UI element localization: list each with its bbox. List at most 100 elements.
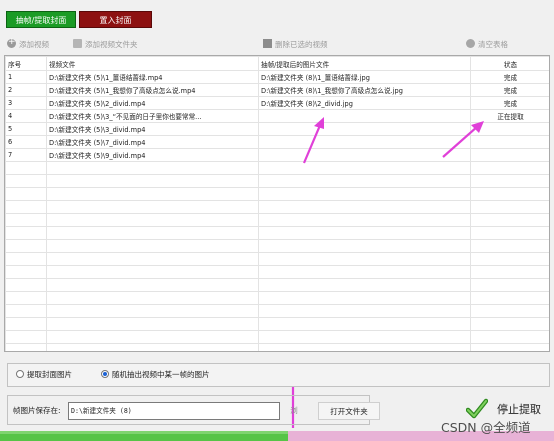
- empty-row: [5, 161, 549, 175]
- cell-index: 3: [5, 96, 47, 110]
- empty-cell: [5, 265, 47, 279]
- empty-cell: [46, 226, 259, 240]
- empty-cell: [470, 200, 549, 214]
- cell-status: [470, 135, 549, 149]
- empty-cell: [470, 317, 549, 331]
- empty-row: [5, 317, 549, 331]
- empty-row: [5, 304, 549, 318]
- cell-image-file: D:\新建文件夹 (8)\1_我想你了高级点怎么说.jpg: [258, 83, 471, 97]
- empty-cell: [46, 174, 259, 188]
- cell-video-file: D:\新建文件夹 (5)\1_我想你了高级点怎么说.mp4: [46, 83, 259, 97]
- video-table[interactable]: 序号 视频文件 抽帧/提取后的图片文件 状态 1 D:\新建文件夹 (5)\1_薑…: [4, 55, 550, 352]
- empty-cell: [46, 317, 259, 331]
- open-folder-button[interactable]: 打开文件夹: [318, 402, 380, 420]
- empty-row: [5, 278, 549, 292]
- empty-cell: [46, 304, 259, 318]
- empty-cell: [470, 187, 549, 201]
- empty-cell: [5, 161, 47, 175]
- cell-video-file: D:\新建文件夹 (5)\3_divid.mp4: [46, 122, 259, 136]
- table-row[interactable]: 6 D:\新建文件夹 (5)\7_divid.mp4: [5, 135, 549, 149]
- cell-status: [470, 148, 549, 162]
- remove-selected-button[interactable]: 删除已选的视频: [263, 38, 328, 52]
- empty-row: [5, 343, 549, 351]
- empty-cell: [46, 252, 259, 266]
- empty-cell: [5, 226, 47, 240]
- empty-cell: [470, 252, 549, 266]
- cover-option[interactable]: 提取封面图片: [16, 368, 72, 382]
- empty-row: [5, 252, 549, 266]
- tab-insert-cover[interactable]: 置入封面: [79, 11, 152, 28]
- table-row[interactable]: 2 D:\新建文件夹 (5)\1_我想你了高级点怎么说.mp4 D:\新建文件夹 (…: [5, 83, 549, 97]
- empty-cell: [470, 278, 549, 292]
- empty-row: [5, 226, 549, 240]
- empty-cell: [470, 343, 549, 351]
- add-folder-button[interactable]: 添加视频文件夹: [73, 38, 138, 52]
- cell-video-file: D:\新建文件夹 (5)\3_“不见面的日子里你也要常常...: [46, 109, 259, 123]
- empty-cell: [258, 161, 471, 175]
- empty-cell: [5, 187, 47, 201]
- save-path-input[interactable]: D:\新建文件夹 (8): [68, 402, 280, 420]
- table-row[interactable]: 1 D:\新建文件夹 (5)\1_薑语结蔷绿.mp4 D:\新建文件夹 (8)\1_…: [5, 70, 549, 84]
- empty-cell: [470, 174, 549, 188]
- add-folder-label: 添加视频文件夹: [85, 40, 138, 49]
- empty-cell: [470, 226, 549, 240]
- clear-table-label: 清空表格: [478, 40, 508, 49]
- empty-row: [5, 239, 549, 253]
- cell-index: 6: [5, 135, 47, 149]
- add-video-button[interactable]: 添加视频: [7, 35, 49, 52]
- empty-cell: [470, 265, 549, 279]
- empty-cell: [5, 174, 47, 188]
- empty-cell: [470, 291, 549, 305]
- empty-cell: [46, 265, 259, 279]
- cell-status: 完成: [470, 96, 549, 110]
- empty-row: [5, 330, 549, 344]
- empty-cell: [46, 330, 259, 344]
- cell-index: 7: [5, 148, 47, 162]
- empty-cell: [46, 291, 259, 305]
- cell-index: 4: [5, 109, 47, 123]
- empty-row: [5, 291, 549, 305]
- table-row[interactable]: 5 D:\新建文件夹 (5)\3_divid.mp4: [5, 122, 549, 136]
- empty-row: [5, 187, 549, 201]
- empty-row: [5, 200, 549, 214]
- folder-icon: [73, 39, 82, 48]
- radio-icon[interactable]: [101, 370, 109, 378]
- empty-cell: [258, 330, 471, 344]
- empty-cell: [46, 239, 259, 253]
- cell-image-file: [258, 122, 471, 136]
- table-row[interactable]: 7 D:\新建文件夹 (5)\9_divid.mp4: [5, 148, 549, 162]
- empty-cell: [470, 213, 549, 227]
- empty-cell: [258, 200, 471, 214]
- column-header-status[interactable]: 状态: [470, 56, 549, 71]
- empty-cell: [258, 226, 471, 240]
- empty-cell: [46, 213, 259, 227]
- empty-cell: [5, 252, 47, 266]
- cell-status: 完成: [470, 70, 549, 84]
- random-frame-option[interactable]: 随机抽出视频中某一帧的图片: [101, 368, 210, 382]
- column-header-image[interactable]: 抽帧/提取后的图片文件: [258, 56, 471, 71]
- empty-cell: [470, 161, 549, 175]
- save-path-label: 帧图片保存在:: [13, 406, 61, 415]
- browse-button[interactable]: 浏: [282, 402, 306, 420]
- empty-cell: [258, 265, 471, 279]
- clear-table-button[interactable]: 清空表格: [466, 38, 508, 52]
- cover-option-label: 提取封面图片: [27, 370, 72, 379]
- progress-bar: [0, 431, 289, 441]
- column-header-video[interactable]: 视频文件: [46, 56, 259, 71]
- radio-icon[interactable]: [16, 370, 24, 378]
- cell-index: 2: [5, 83, 47, 97]
- cell-status: 正在提取: [470, 109, 549, 123]
- table-row[interactable]: 4 D:\新建文件夹 (5)\3_“不见面的日子里你也要常常... 正在提取: [5, 109, 549, 123]
- table-row[interactable]: 3 D:\新建文件夹 (5)\2_divid.mp4 D:\新建文件夹 (8)\2_…: [5, 96, 549, 110]
- empty-cell: [470, 239, 549, 253]
- tab-extract-cover[interactable]: 抽帧/提取封面: [6, 11, 76, 28]
- cell-video-file: D:\新建文件夹 (5)\7_divid.mp4: [46, 135, 259, 149]
- empty-cell: [5, 317, 47, 331]
- column-header-index[interactable]: 序号: [5, 56, 47, 71]
- empty-cell: [258, 291, 471, 305]
- empty-cell: [258, 187, 471, 201]
- empty-cell: [258, 213, 471, 227]
- empty-cell: [258, 239, 471, 253]
- cell-image-file: [258, 148, 471, 162]
- empty-cell: [5, 330, 47, 344]
